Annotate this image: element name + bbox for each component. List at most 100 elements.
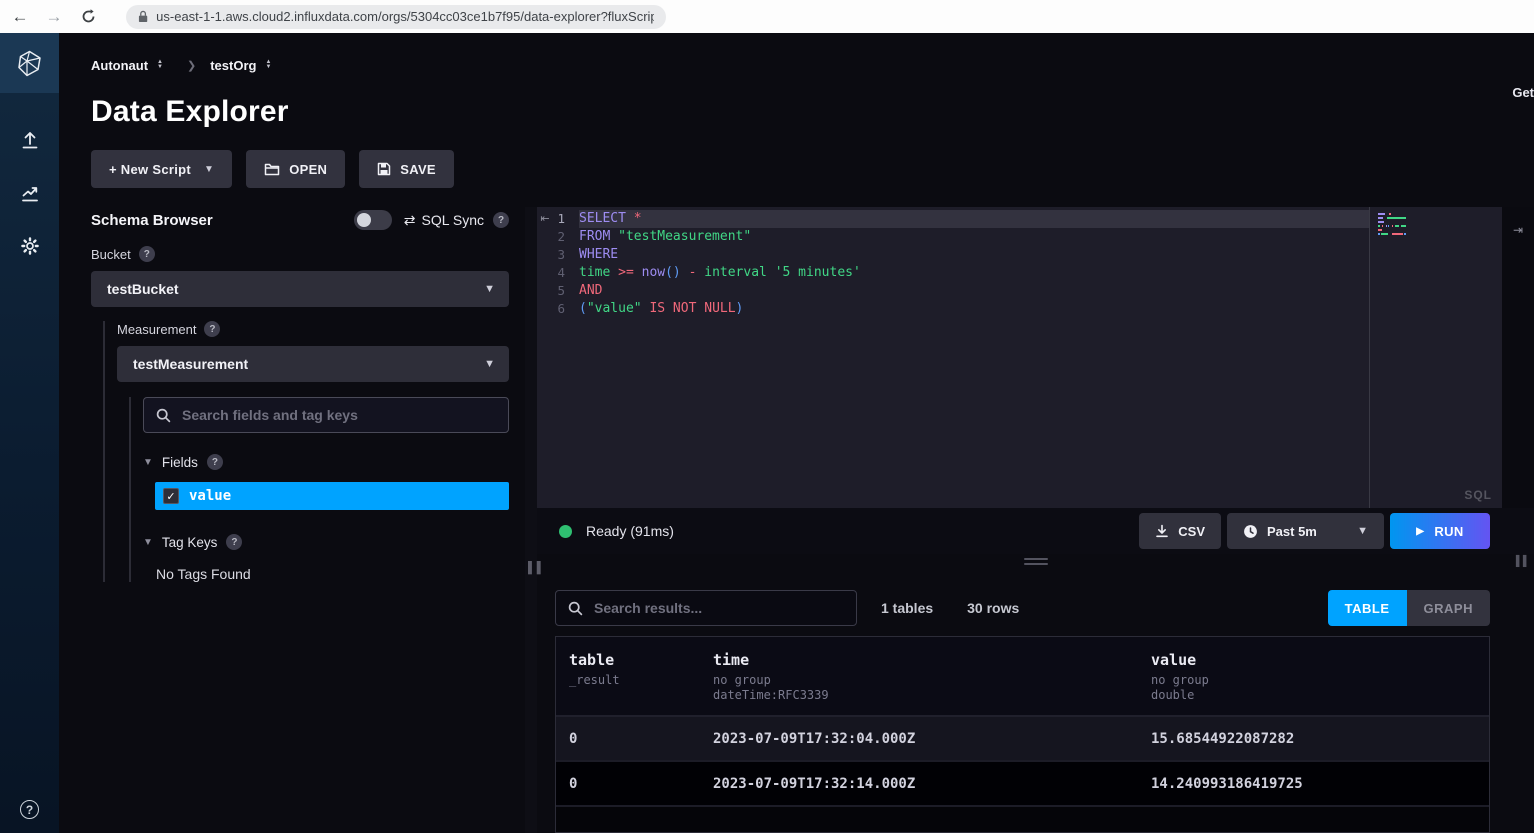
save-button[interactable]: SAVE — [359, 150, 454, 188]
minimap-line — [1378, 221, 1406, 223]
results-search-input[interactable]: Search results... — [555, 590, 857, 626]
column-header: timeno groupdateTime:RFC3339 — [713, 651, 1151, 703]
sql-sync-help-icon[interactable]: ? — [493, 212, 509, 228]
measurement-help-icon[interactable]: ? — [204, 321, 220, 337]
get-link[interactable]: Get — [1512, 85, 1534, 100]
tag-keys-help-icon[interactable]: ? — [226, 534, 242, 550]
upload-icon[interactable] — [17, 127, 43, 153]
column-name: table — [569, 651, 713, 669]
open-button[interactable]: OPEN — [246, 150, 345, 188]
caret-down-icon: ▼ — [143, 537, 153, 548]
chevron-down-icon: ▼ — [484, 283, 495, 295]
graph-view-button[interactable]: GRAPH — [1407, 590, 1490, 626]
checkbox-checked-icon[interactable]: ✓ — [163, 488, 179, 504]
panel-resize-handle-horizontal[interactable]: ▌▌ — [537, 554, 1534, 572]
table-cell: 0 — [569, 731, 713, 747]
line-number: 3 — [553, 246, 579, 264]
save-icon — [377, 162, 391, 176]
time-range-dropdown[interactable]: Past 5m ▼ — [1227, 513, 1384, 549]
table-cell: 15.68544922087282 — [1151, 731, 1489, 747]
column-header: table _result — [569, 651, 713, 703]
minimap-line — [1378, 229, 1406, 231]
chevron-down-icon: ▼ — [484, 358, 495, 370]
suborg-switcher-icon[interactable]: ▲▼ — [265, 60, 271, 70]
expand-right-panel-icon[interactable]: ⇥ — [1513, 223, 1523, 237]
browser-toolbar: ← → us-east-1-1.aws.cloud2.influxdata.co… — [0, 0, 1534, 33]
play-icon: ▶ — [1416, 526, 1424, 537]
csv-download-button[interactable]: CSV — [1139, 513, 1221, 549]
address-bar[interactable]: us-east-1-1.aws.cloud2.influxdata.com/or… — [126, 5, 666, 29]
influxdb-logo[interactable] — [0, 33, 59, 93]
field-value-row[interactable]: ✓ value — [155, 482, 509, 510]
fields-section-toggle[interactable]: ▼ Fields ? — [143, 454, 509, 470]
fields-label: Fields — [162, 455, 198, 470]
bucket-dropdown[interactable]: testBucket ▼ — [91, 271, 509, 307]
measurement-dropdown[interactable]: testMeasurement ▼ — [117, 346, 509, 382]
org-switcher-icon[interactable]: ▲▼ — [157, 60, 163, 70]
sql-sync-toggle[interactable] — [354, 210, 392, 230]
code-line[interactable]: 6("value" IS NOT NULL) — [553, 300, 1369, 318]
table-row[interactable]: 02023-07-09T17:32:14.000Z14.240993186419… — [556, 762, 1489, 807]
schema-browser-panel: Schema Browser ⇄ SQL Sync ? Bucket ? tes… — [59, 207, 525, 833]
table-row[interactable]: 02023-07-09T17:32:04.000Z15.685449220872… — [556, 717, 1489, 762]
influxdb-cube-icon — [16, 50, 43, 77]
code-text: SELECT * — [579, 210, 1369, 228]
code-line[interactable]: 3WHERE — [553, 246, 1369, 264]
settings-gear-icon[interactable] — [17, 233, 43, 259]
line-number: 5 — [553, 282, 579, 300]
code-text: AND — [579, 282, 1369, 300]
minimap-line — [1378, 217, 1406, 219]
chevron-down-icon: ▼ — [1357, 525, 1368, 537]
no-tags-message: No Tags Found — [156, 566, 509, 582]
fields-help-icon[interactable]: ? — [207, 454, 223, 470]
code-line[interactable]: 5AND — [553, 282, 1369, 300]
folder-icon — [264, 162, 280, 176]
view-mode-toggle: TABLE GRAPH — [1328, 590, 1490, 626]
data-explorer-graph-icon[interactable] — [17, 180, 43, 206]
drag-handle-icon — [1024, 558, 1048, 568]
editor-minimap[interactable] — [1370, 207, 1406, 508]
run-query-button[interactable]: ▶ RUN — [1390, 513, 1490, 549]
tag-keys-section-toggle[interactable]: ▼ Tag Keys ? — [143, 534, 509, 550]
query-status-bar: Ready (91ms) CSV Past 5m ▼ ▶ — [537, 508, 1534, 554]
script-toolbar: + New Script ▼ OPEN SAVE — [59, 129, 1534, 188]
new-script-button[interactable]: + New Script ▼ — [91, 150, 232, 188]
breadcrumb-suborg[interactable]: testOrg — [210, 58, 256, 73]
drag-handle-icon: ▌▌ — [1516, 556, 1530, 567]
code-line[interactable]: 4time >= now() - interval '5 minutes' — [553, 264, 1369, 282]
code-line[interactable]: 1SELECT * — [553, 210, 1369, 228]
browser-reload-icon[interactable] — [78, 7, 98, 27]
code-text: FROM "testMeasurement" — [579, 228, 1369, 246]
column-header: value no groupdouble — [1151, 651, 1489, 703]
field-value-label: value — [189, 488, 231, 504]
table-view-button[interactable]: TABLE — [1328, 590, 1407, 626]
line-number: 4 — [553, 264, 579, 282]
results-search-placeholder: Search results... — [594, 600, 702, 616]
editor-collapse-left-icon[interactable]: ⇤ — [537, 207, 553, 508]
schema-search-input[interactable]: Search fields and tag keys — [143, 397, 509, 433]
browser-forward-icon[interactable]: → — [44, 7, 64, 27]
lock-icon — [138, 10, 148, 23]
browser-back-icon[interactable]: ← — [10, 7, 30, 27]
column-name: value — [1151, 651, 1489, 669]
code-text: WHERE — [579, 246, 1369, 264]
minimap-line — [1378, 225, 1406, 227]
code-line[interactable]: 2FROM "testMeasurement" — [553, 228, 1369, 246]
line-number: 2 — [553, 228, 579, 246]
line-number: 1 — [553, 210, 579, 228]
bucket-help-icon[interactable]: ? — [139, 246, 155, 262]
help-icon[interactable]: ? — [20, 800, 39, 819]
sql-editor[interactable]: ⇤ 1SELECT *2FROM "testMeasurement"3WHERE… — [537, 207, 1502, 508]
column-meta: no groupdouble — [1151, 673, 1489, 703]
tag-keys-label: Tag Keys — [162, 535, 218, 550]
minimap-line — [1378, 213, 1406, 215]
url-text: us-east-1-1.aws.cloud2.influxdata.com/or… — [156, 9, 654, 24]
breadcrumb-org[interactable]: Autonaut — [91, 58, 148, 73]
column-meta: _result — [569, 673, 713, 688]
panel-resize-handle-vertical[interactable]: ▌▌ — [525, 207, 537, 833]
page-title: Data Explorer — [59, 75, 1534, 129]
search-icon — [568, 601, 583, 616]
clock-icon — [1243, 524, 1258, 539]
code-text: time >= now() - interval '5 minutes' — [579, 264, 1369, 282]
nav-sidebar: ? — [0, 33, 59, 833]
